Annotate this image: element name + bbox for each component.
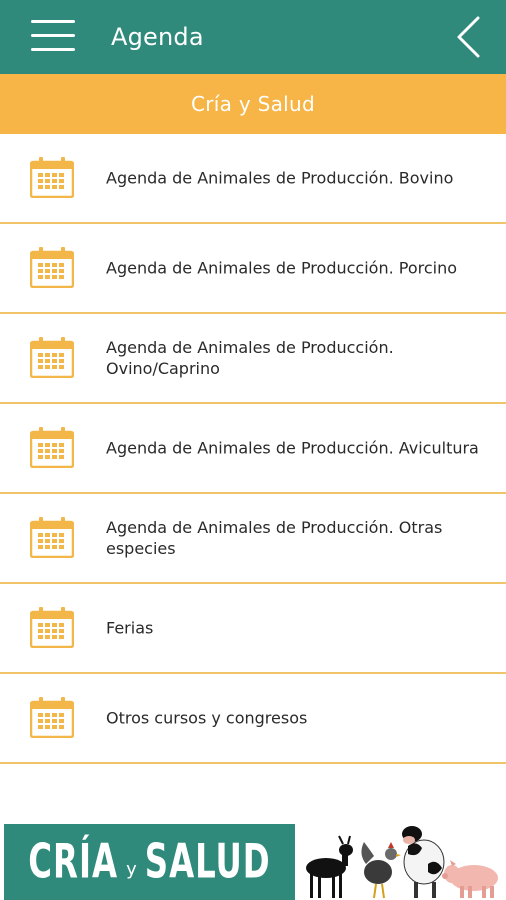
pig-icon: [442, 860, 498, 898]
logo-word-salud: SALUD: [144, 835, 271, 889]
calendar-icon: [30, 606, 74, 648]
logo-word-y: y: [126, 858, 137, 880]
app-header: Agenda: [0, 0, 506, 74]
list-item-label: Agenda de Animales de Producción. Ovino/…: [106, 338, 394, 378]
logo-word-cria: CRÍA: [28, 835, 119, 889]
chevron-left-icon[interactable]: [454, 15, 484, 59]
section-header: Cría y Salud: [0, 74, 506, 134]
list-item-label: Agenda de Animales de Producción. Porcin…: [106, 258, 458, 278]
calendar-icon: [30, 246, 74, 288]
list-item-cursos-congresos[interactable]: Otros cursos y congresos: [0, 674, 506, 764]
section-title: Cría y Salud: [190, 92, 316, 116]
list-item-label: Agenda de Animales de Producción. Bovino: [106, 168, 454, 188]
list-item-label: Agenda de Animales de Producción. Avicul…: [106, 438, 479, 458]
agenda-list: Agenda de Animales de Producción. Bovino…: [0, 134, 506, 764]
list-item-otras-especies[interactable]: Agenda de Animales de Producción. Otras …: [0, 494, 506, 584]
list-item-avicultura[interactable]: Agenda de Animales de Producción. Avicul…: [0, 404, 506, 494]
list-item-label: Ferias: [106, 618, 154, 638]
calendar-icon: [30, 516, 74, 558]
calendar-icon: [30, 696, 74, 738]
list-item-label: Otros cursos y congresos: [106, 708, 308, 728]
list-item-ovino-caprino[interactable]: Agenda de Animales de Producción. Ovino/…: [0, 314, 506, 404]
brand-banner: CRÍA y SALUD: [0, 824, 506, 900]
rooster-icon: [361, 842, 401, 899]
list-item-ferias[interactable]: Ferias: [0, 584, 506, 674]
farm-animals-illustration: [306, 826, 498, 899]
goat-icon: [306, 835, 353, 898]
calendar-icon: [30, 336, 74, 378]
list-item-label: Agenda de Animales de Producción. Otras …: [106, 518, 443, 558]
list-item-porcino[interactable]: Agenda de Animales de Producción. Porcin…: [0, 224, 506, 314]
calendar-icon: [30, 426, 74, 468]
brand-logo: CRÍA y SALUD: [4, 824, 295, 900]
list-item-bovino[interactable]: Agenda de Animales de Producción. Bovino: [0, 134, 506, 224]
page-title: Agenda: [111, 23, 204, 51]
hamburger-menu-icon[interactable]: [31, 18, 75, 54]
cow-icon: [402, 826, 445, 898]
calendar-icon: [30, 156, 74, 198]
